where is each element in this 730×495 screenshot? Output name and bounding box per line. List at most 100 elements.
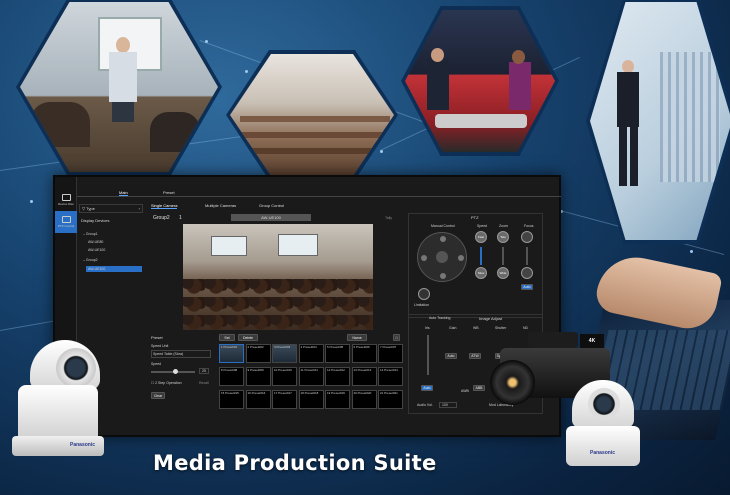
wide-button[interactable]: Wide	[497, 267, 509, 279]
presentation-photo	[20, 2, 218, 172]
zoom-slider[interactable]	[502, 247, 504, 265]
checkbox-label: 2 Step Operation	[155, 381, 182, 385]
pan-tilt-dial[interactable]	[417, 232, 467, 282]
focus-slider[interactable]	[526, 247, 528, 265]
preset-cell-label: 1 Preset001	[221, 345, 238, 349]
arrow-right-icon[interactable]	[458, 255, 464, 261]
button-label: Tele	[500, 235, 506, 239]
arrow-left-icon[interactable]	[421, 255, 427, 261]
camera-index: 1	[179, 215, 182, 221]
preset-cell[interactable]: 7 Preset007	[378, 344, 403, 363]
marketing-banner: Device Disc PTZ Control Main Preset Sing…	[0, 0, 730, 495]
device-item[interactable]: AW-UE100	[88, 248, 105, 252]
preset-cell[interactable]: 3 Preset003	[272, 344, 297, 363]
gain-auto-button[interactable]: Auto	[445, 353, 457, 359]
tab-single-camera[interactable]: Single Camera	[151, 203, 178, 209]
step-operation-checkbox[interactable]: ☐ 2 Step Operation	[151, 381, 182, 385]
preset-cell[interactable]: 20 Preset020	[351, 390, 377, 409]
focus-auto-button[interactable]: Auto	[521, 284, 533, 290]
sidebar-item-ptz-control[interactable]: PTZ Control	[55, 211, 77, 233]
speed-value: 25	[199, 368, 209, 374]
arrow-up-icon[interactable]	[440, 236, 446, 242]
sidebar-item-device-disc[interactable]: Device Disc	[55, 189, 77, 211]
slow-button[interactable]: Slow	[475, 267, 487, 279]
group-1[interactable]: – Group1	[83, 232, 98, 236]
preset-cell-label: 3 Preset003	[274, 345, 291, 349]
name-button[interactable]: Name	[347, 334, 367, 341]
focus-far-button[interactable]	[521, 267, 533, 279]
type-filter[interactable]: ▽ Type ›	[79, 204, 143, 213]
focus-near-button[interactable]	[521, 231, 533, 243]
preset-cell[interactable]: 14 Preset014	[378, 367, 403, 386]
group-title: Group2	[153, 215, 170, 221]
delete-button[interactable]: Delete	[238, 334, 258, 341]
slider-thumb[interactable]	[173, 369, 178, 374]
speed-label: Speed	[151, 362, 162, 366]
preset-cell-label: 17 Preset017	[274, 391, 292, 395]
speed-slider[interactable]	[480, 247, 482, 265]
device-tree: ▽ Type › Display Devices – Group1 AW-UE8…	[79, 201, 144, 291]
zoom-label: Zoom	[499, 224, 508, 228]
preset-cell[interactable]: 5 Preset005	[325, 344, 350, 363]
preset-cell[interactable]: 9 Preset009	[245, 367, 271, 386]
preset-cell-label: 2 Preset002	[247, 345, 264, 349]
fast-button[interactable]: Fast	[475, 231, 487, 243]
center-button[interactable]	[436, 251, 448, 263]
preset-cell[interactable]: 4 Preset004	[298, 344, 324, 363]
preset-cell[interactable]: 11 Preset011	[298, 367, 324, 386]
preset-cell[interactable]: 6 Preset006	[351, 344, 377, 363]
preset-cell[interactable]: 17 Preset017	[272, 390, 297, 409]
tele-button[interactable]: Tele	[497, 231, 509, 243]
preset-cell[interactable]: 19 Preset019	[325, 390, 350, 409]
preset-cell[interactable]: 8 Preset008	[219, 367, 244, 386]
preset-cell[interactable]: 16 Preset016	[245, 390, 271, 409]
preset-cell[interactable]: 10 Preset010	[272, 367, 297, 386]
device-item[interactable]: AW-UE80	[88, 240, 103, 244]
limitation-button[interactable]	[418, 288, 430, 300]
speed-unit-select[interactable]: Speed Table (Slow)	[151, 350, 211, 358]
preset-cell-label: 14 Preset014	[380, 368, 398, 372]
preset-cell-label: 20 Preset020	[353, 391, 372, 395]
set-button[interactable]: Set	[219, 334, 235, 341]
tab-preset[interactable]: Preset	[163, 190, 175, 195]
filter-icon: ▽	[82, 206, 86, 211]
expand-button[interactable]: □	[393, 334, 400, 341]
preset-cell[interactable]: 15 Preset015	[219, 390, 244, 409]
device-item-selected[interactable]: AW-UE100	[86, 266, 142, 272]
type-label: Type	[86, 206, 95, 211]
projector-screen	[211, 236, 247, 256]
preset-cell[interactable]: 18 Preset018	[298, 390, 324, 409]
awb-label: AWB	[461, 389, 469, 393]
button-label: Wide	[499, 271, 507, 275]
group-label: Group1	[85, 232, 98, 236]
projector-screen	[278, 234, 318, 256]
manual-control-label: Manual Control	[431, 224, 455, 228]
iris-auto-button[interactable]: Auto	[421, 385, 433, 391]
iris-label: Iris	[425, 326, 430, 330]
preset-cell-label: 15 Preset015	[221, 391, 239, 395]
audio-vol-field[interactable]: 100	[439, 402, 457, 408]
preset-cell[interactable]: 12 Preset012	[325, 367, 350, 386]
preset-cell[interactable]: 1 Preset001	[219, 344, 244, 363]
speed-slider[interactable]	[151, 369, 195, 374]
preset-cell-label: 21 Preset021	[380, 391, 398, 395]
preset-cell[interactable]: 21 Preset021	[378, 390, 403, 409]
preset-cell-label: 6 Preset006	[353, 345, 370, 349]
camera-name-field[interactable]: AW-UE100	[231, 214, 311, 221]
sidebar-item-label: Device Disc	[58, 202, 74, 206]
preset-cell-label: 5 Preset005	[327, 345, 344, 349]
preset-cell-label: 16 Preset016	[247, 391, 266, 395]
limitation-label: Limitation	[414, 303, 429, 307]
tab-multiple-cameras[interactable]: Multiple Cameras	[205, 203, 236, 208]
arrow-down-icon[interactable]	[440, 273, 446, 279]
preset-cell[interactable]: 13 Preset013	[351, 367, 377, 386]
iris-slider[interactable]	[427, 335, 429, 375]
clear-button[interactable]: Clear	[151, 392, 165, 399]
preset-cell-label: 10 Preset010	[274, 368, 292, 372]
ptz-title: PTZ	[471, 215, 479, 220]
product-caption: Media Production Suite	[153, 451, 437, 475]
auto-tracking-label: Auto Tracking	[429, 316, 451, 320]
preset-cell[interactable]: 2 Preset002	[245, 344, 271, 363]
group-2[interactable]: – Group2	[83, 258, 98, 262]
tab-group-control[interactable]: Group Control	[259, 203, 284, 208]
